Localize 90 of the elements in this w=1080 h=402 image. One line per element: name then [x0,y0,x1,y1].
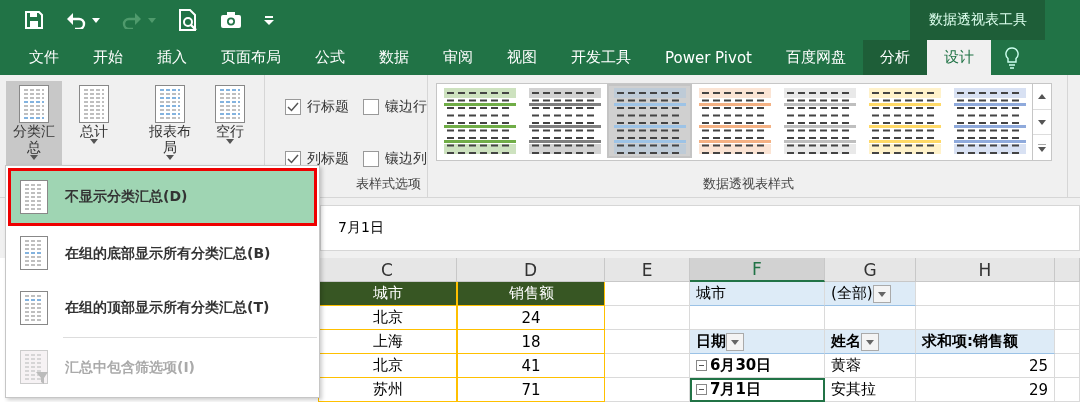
ribbon-tab[interactable]: 公式 [298,40,362,75]
dropdown-button[interactable] [872,284,891,303]
ribbon-tab[interactable]: 文件 [12,40,76,75]
caret-icon [90,139,98,145]
pivot-header-cell: 姓名 [831,332,861,351]
checkbox[interactable] [363,151,379,167]
table-header-cell: 城市 [318,282,457,306]
ribbon-tab[interactable]: 数据 [362,40,426,75]
collapse-icon[interactable] [696,360,707,371]
collapse-icon[interactable] [696,384,707,395]
scroll-down-icon[interactable] [1038,119,1046,125]
ribbon-tab[interactable]: 审阅 [426,40,490,75]
checkbox-label: 镶边列 [385,150,427,168]
table-style-swatch[interactable] [443,88,516,154]
table-style-swatch[interactable] [783,88,856,154]
table-header-cell: 销售额 [457,282,605,306]
table-layout-icon [79,85,109,123]
table-cell: 18 [457,330,605,354]
caret-icon [30,155,38,161]
table-cell: 黄蓉 [825,354,916,378]
lightbulb-icon[interactable] [1004,46,1019,69]
pivot-header-cell: 求和项:销售额 [922,332,1018,351]
column-header[interactable]: H [916,258,1055,282]
ribbon-tab[interactable]: 设计 [926,40,991,75]
pivot-row-label: 6月30日 [710,356,772,375]
table-style-swatch[interactable] [868,88,941,154]
empty-cell [1055,282,1080,306]
customize-icon[interactable] [264,15,274,25]
empty-cell [1055,354,1080,378]
pivot-filter-label: 城市 [690,282,825,306]
menu-item[interactable]: 不显示分类汇总(D) [8,168,317,227]
pivot-row-label: 7月1日 [710,380,761,399]
table-layout-icon [155,85,185,123]
checkbox[interactable] [363,99,379,115]
table-cell: 25 [916,354,1055,378]
dropdown-button[interactable] [861,332,879,351]
table-style-swatch[interactable] [953,88,1026,154]
table-cell: 29 [916,378,1055,402]
column-header[interactable]: C [318,258,457,282]
ribbon-tab[interactable]: 百度网盘 [768,40,863,75]
pivot-filter-value: (全部) [831,284,873,303]
ribbon-tab[interactable]: 页面布局 [204,40,298,75]
scroll-up-icon[interactable] [1038,93,1046,99]
empty-cell [1055,306,1080,330]
filter-table-icon [20,350,49,386]
selected-cell[interactable]: 7月1日 [690,378,825,402]
column-header[interactable]: E [605,258,690,282]
checkbox-label: 镶边行 [385,98,427,116]
ribbon-tab[interactable]: 视图 [490,40,554,75]
menu-item[interactable]: 在组的底部显示所有分类汇总(B) [8,226,317,281]
menu-item[interactable]: 在组的顶部显示所有分类汇总(T) [8,280,317,336]
table-layout-icon [20,290,49,326]
table-style-swatch[interactable] [528,88,601,154]
dropdown-button[interactable] [726,332,744,351]
table-layout-icon [20,236,49,272]
table-cell: 安其拉 [825,378,916,402]
camera-icon[interactable] [220,11,242,29]
more-icon[interactable] [1038,143,1046,152]
table-style-swatch[interactable] [698,88,771,154]
caret-icon [166,155,174,161]
table-cell[interactable]: 6月30日 [690,354,825,378]
caret-icon[interactable] [92,17,100,23]
undo-icon[interactable] [66,11,86,29]
column-header[interactable]: F [690,258,825,282]
ribbon-tab[interactable]: 开发工具 [554,40,648,75]
group-label: 数据透视表样式 [702,175,795,193]
column-header[interactable]: D [457,258,605,282]
checkbox[interactable] [285,99,301,115]
pivot-header-cell: 日期 [696,332,726,351]
ribbon-tab[interactable]: 分析 [862,40,927,75]
caret-icon [226,139,234,145]
empty-cell [1055,378,1080,402]
formula-field[interactable]: 7月1日 [320,205,1080,251]
ribbon-tab[interactable]: 插入 [140,40,204,75]
group-label: 表样式选项 [355,175,421,193]
table-cell: 71 [457,378,605,402]
contextual-tab-group-title: 数据透视表工具 [910,0,1045,40]
ribbon-tab[interactable]: 开始 [76,40,140,75]
ribbon-tab[interactable]: Power Pivot [648,40,769,75]
column-header[interactable]: G [825,258,916,282]
table-cell: 24 [457,306,605,330]
table-layout-icon [215,85,245,123]
checkbox-label: 列标题 [307,150,349,168]
print-preview-icon[interactable] [178,9,198,31]
checkbox-label: 行标题 [307,98,349,116]
save-icon[interactable] [24,10,44,30]
table-layout-icon [19,85,49,123]
table-style-swatch[interactable] [613,88,686,154]
table-cell: 41 [457,354,605,378]
table-layout-icon [20,179,49,215]
